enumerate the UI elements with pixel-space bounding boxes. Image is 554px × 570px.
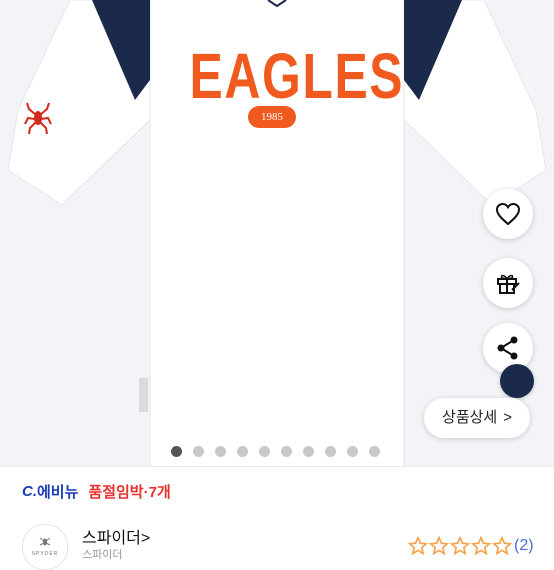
jersey-year-badge: 1985 bbox=[248, 106, 296, 128]
carousel-dot[interactable] bbox=[346, 446, 358, 457]
brand-mark: C. bbox=[22, 482, 37, 500]
stock-status: 품절임박·7개 bbox=[88, 483, 171, 501]
review-count[interactable]: (2) bbox=[514, 537, 534, 555]
carousel-dot[interactable] bbox=[258, 446, 270, 457]
heart-icon bbox=[495, 202, 521, 226]
star-icon bbox=[492, 536, 512, 556]
product-detail-label: 상품상세 bbox=[442, 409, 498, 426]
chevron-right-icon: > bbox=[140, 530, 151, 547]
shop-avatar[interactable]: SPYDER bbox=[22, 524, 68, 570]
share-icon bbox=[497, 336, 518, 360]
promo-row: C. 에비뉴 품절임박·7개 bbox=[22, 480, 171, 502]
shop-name: 스파이더 bbox=[82, 530, 141, 547]
star-icon bbox=[429, 536, 449, 556]
gift-button[interactable] bbox=[483, 258, 533, 308]
shop-row[interactable]: SPYDER 스파이더> 스파이더 (2) bbox=[22, 520, 542, 570]
star-icon bbox=[408, 536, 428, 556]
divider bbox=[0, 466, 554, 467]
carousel-indicator bbox=[0, 446, 552, 458]
color-swatch-navy[interactable] bbox=[500, 364, 534, 398]
carousel-dot[interactable] bbox=[214, 446, 226, 457]
jersey-wordmark: EAGLES bbox=[189, 40, 405, 112]
chevron-right-icon: > bbox=[503, 409, 512, 426]
shop-logo-text: SPYDER bbox=[31, 551, 59, 557]
carousel-dot[interactable] bbox=[280, 446, 292, 457]
shop-subtext: 스파이더 bbox=[82, 549, 123, 561]
carousel-dot[interactable] bbox=[368, 446, 380, 457]
carousel-dot[interactable] bbox=[302, 446, 314, 457]
gift-icon bbox=[497, 274, 520, 294]
carousel-dot[interactable] bbox=[324, 446, 336, 457]
shop-name-link[interactable]: 스파이더> bbox=[82, 524, 150, 548]
spider-logo-icon bbox=[39, 537, 51, 546]
product-detail-button[interactable]: 상품상세 > bbox=[424, 398, 530, 438]
star-icon bbox=[471, 536, 491, 556]
brand-name: 에비뉴 bbox=[37, 483, 79, 501]
carousel-dot[interactable] bbox=[170, 446, 182, 457]
carousel-dot[interactable] bbox=[192, 446, 204, 457]
rating-stars bbox=[408, 536, 512, 556]
wishlist-button[interactable] bbox=[483, 189, 533, 239]
product-image[interactable]: EAGLES 1985 상품상세 > bbox=[0, 0, 554, 466]
star-icon bbox=[450, 536, 470, 556]
carousel-dot[interactable] bbox=[236, 446, 248, 457]
